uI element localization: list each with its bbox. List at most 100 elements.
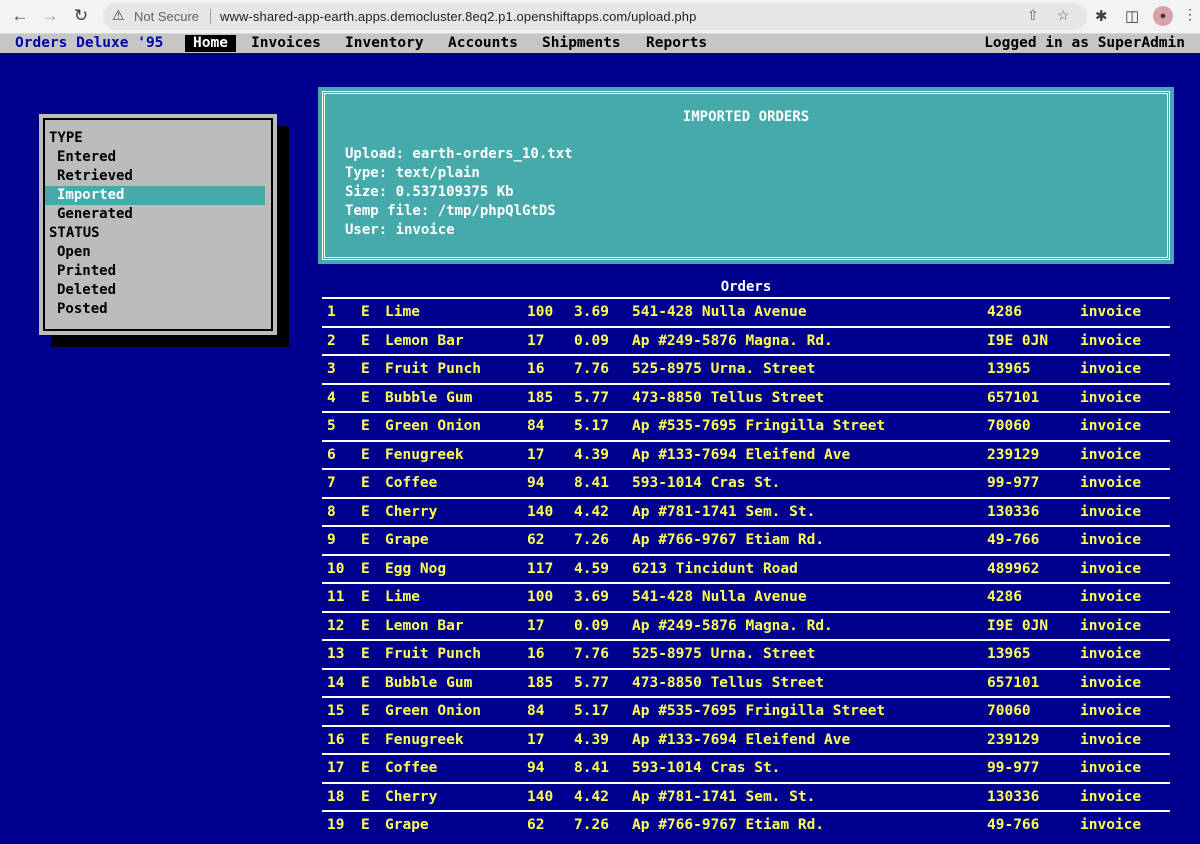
order-price: 7.26: [574, 532, 609, 548]
url-text[interactable]: www-shared-app-earth.apps.democluster.8e…: [220, 9, 696, 24]
order-quantity: 84: [527, 418, 545, 434]
order-address: Ap #766-9767 Etiam Rd.: [632, 532, 825, 548]
back-arrow-icon[interactable]: ←: [8, 4, 32, 28]
table-row[interactable]: 18 E Cherry 140 4.42 Ap #781-1741 Sem. St. 130…: [322, 781, 1170, 811]
sidebar-item-generated[interactable]: Generated: [45, 205, 265, 224]
order-address: 541-428 Nulla Avenue: [632, 304, 807, 320]
order-address: 473-8850 Tellus Street: [632, 674, 825, 691]
table-row[interactable]: 5 E Green Onion 84 5.17 Ap #535-7695 Fringill…: [322, 411, 1170, 440]
import-info-box: IMPORTED ORDERS Upload: earth-orders_10.…: [318, 87, 1174, 264]
menu-shipments[interactable]: Shipments: [542, 35, 621, 52]
order-zip: 13965: [987, 646, 1031, 662]
menu-home[interactable]: Home: [185, 35, 236, 52]
info-type: Type: text/plain: [345, 165, 480, 181]
order-item-name: Grape: [385, 532, 429, 548]
order-user: invoice: [1080, 646, 1142, 662]
table-row[interactable]: 13 E Fruit Punch 16 7.76 525-8975 Urna. Stree…: [322, 639, 1170, 668]
sidebar-item-open[interactable]: Open: [45, 243, 265, 262]
table-row[interactable]: 1 E Lime 100 3.69 541-428 Nulla Avenue 4286 inv…: [322, 297, 1170, 326]
reload-icon[interactable]: ↻: [69, 4, 93, 28]
order-item-name: Lime: [385, 589, 420, 605]
order-user: invoice: [1080, 503, 1142, 520]
address-bar[interactable]: ⚠ Not Secure www-shared-app-earth.apps.d…: [103, 3, 1087, 30]
order-type: E: [361, 532, 370, 548]
table-row[interactable]: 14 E Bubble Gum 185 5.77 473-8850 Tellus Stre…: [322, 667, 1170, 697]
order-item-name: Bubble Gum: [385, 389, 473, 406]
order-price: 8.41: [574, 475, 609, 491]
order-address: Ap #781-1741 Sem. St.: [632, 503, 816, 520]
table-row[interactable]: 17 E Coffee 94 8.41 593-1014 Cras St. 99-977 in…: [322, 753, 1170, 782]
security-label[interactable]: Not Secure: [134, 9, 199, 24]
app-title: Orders Deluxe '95: [15, 35, 164, 51]
order-type: E: [361, 332, 370, 349]
order-item-name: Lemon Bar: [385, 617, 464, 634]
order-address: 6213 Tincidunt Road: [632, 560, 798, 577]
sidebar-item-deleted[interactable]: Deleted: [45, 281, 265, 300]
table-row[interactable]: 11 E Lime 100 3.69 541-428 Nulla Avenue 4286 in…: [322, 582, 1170, 611]
extensions-puzzle-icon[interactable]: ✱: [1095, 7, 1108, 25]
forward-arrow-icon[interactable]: →: [38, 4, 62, 28]
order-address: Ap #535-7695 Fringilla Street: [632, 418, 886, 434]
order-price: 3.69: [574, 304, 609, 320]
order-item-name: Bubble Gum: [385, 674, 473, 691]
sidebar-item-printed[interactable]: Printed: [45, 262, 265, 281]
order-zip: 70060: [987, 418, 1031, 434]
order-item-name: Egg Nog: [385, 560, 447, 577]
orders-table: 1 E Lime 100 3.69 541-428 Nulla Avenue 4286 inv…: [322, 297, 1170, 839]
order-price: 3.69: [574, 589, 609, 605]
table-row[interactable]: 8 E Cherry 140 4.42 Ap #781-1741 Sem. St. 1303…: [322, 496, 1170, 526]
order-quantity: 117: [527, 560, 554, 577]
table-row[interactable]: 19 E Grape 62 7.26 Ap #766-9767 Etiam Rd. 49-7…: [322, 810, 1170, 839]
order-zip: 99-977: [987, 475, 1040, 491]
table-row[interactable]: 7 E Coffee 94 8.41 593-1014 Cras St. 99-977 inv…: [322, 468, 1170, 497]
table-row[interactable]: 9 E Grape 62 7.26 Ap #766-9767 Etiam Rd. 49-76…: [322, 525, 1170, 554]
table-row[interactable]: 6 E Fenugreek 17 4.39 Ap #133-7694 Eleifend A…: [322, 439, 1170, 469]
order-type: E: [361, 674, 370, 691]
order-number: 3: [327, 361, 336, 377]
share-icon[interactable]: ⇧: [1027, 7, 1039, 24]
order-item-name: Cherry: [385, 788, 438, 805]
order-user: invoice: [1080, 674, 1142, 691]
order-type: E: [361, 617, 370, 634]
profile-avatar-icon[interactable]: ●: [1153, 6, 1173, 26]
info-title: IMPORTED ORDERS: [682, 109, 810, 125]
table-row[interactable]: 2 E Lemon Bar 17 0.09 Ap #249-5876 Magna. Rd.…: [322, 325, 1170, 355]
table-row[interactable]: 4 E Bubble Gum 185 5.77 473-8850 Tellus Stree…: [322, 382, 1170, 412]
browser-toolbar: ← → ↻ ⚠ Not Secure www-shared-app-earth.…: [0, 0, 1200, 34]
menu-reports[interactable]: Reports: [646, 35, 707, 52]
menu-accounts[interactable]: Accounts: [448, 35, 518, 52]
app-menubar: Orders Deluxe '95 Home Invoices Inventor…: [0, 34, 1200, 53]
menu-inventory[interactable]: Inventory: [345, 35, 424, 52]
order-item-name: Green Onion: [385, 703, 482, 719]
order-number: 4: [327, 389, 336, 406]
menu-invoices[interactable]: Invoices: [251, 35, 321, 52]
order-item-name: Lemon Bar: [385, 332, 464, 349]
order-price: 5.17: [574, 703, 609, 719]
table-row[interactable]: 16 E Fenugreek 17 4.39 Ap #133-7694 Eleifend …: [322, 724, 1170, 754]
order-quantity: 16: [527, 361, 545, 377]
sidebar-item-imported[interactable]: Imported: [45, 186, 265, 205]
table-row[interactable]: 3 E Fruit Punch 16 7.76 525-8975 Urna. Street…: [322, 354, 1170, 383]
sidebar-item-entered[interactable]: Entered: [45, 148, 265, 167]
order-address: Ap #133-7694 Eleifend Ave: [632, 731, 851, 748]
order-type: E: [361, 418, 370, 434]
browser-menu-icon[interactable]: ⋮: [1183, 6, 1197, 23]
order-number: 19: [327, 817, 345, 833]
logged-in-status: Logged in as SuperAdmin: [984, 35, 1185, 51]
order-address: Ap #249-5876 Magna. Rd.: [632, 332, 833, 349]
table-row[interactable]: 10 E Egg Nog 117 4.59 6213 Tincidunt Road 4899…: [322, 553, 1170, 583]
side-panel-icon[interactable]: ◫: [1125, 7, 1139, 25]
order-type: E: [361, 503, 370, 520]
order-type: E: [361, 788, 370, 805]
table-row[interactable]: 15 E Green Onion 84 5.17 Ap #535-7695 Fringil…: [322, 696, 1170, 725]
order-price: 5.17: [574, 418, 609, 434]
order-address: Ap #781-1741 Sem. St.: [632, 788, 816, 805]
table-row[interactable]: 12 E Lemon Bar 17 0.09 Ap #249-5876 Magna. Rd…: [322, 610, 1170, 640]
order-item-name: Coffee: [385, 760, 438, 776]
order-zip: 49-766: [987, 817, 1040, 833]
order-user: invoice: [1080, 475, 1142, 491]
sidebar-item-posted[interactable]: Posted: [45, 300, 265, 319]
bookmark-star-icon[interactable]: ☆: [1057, 7, 1070, 24]
order-user: invoice: [1080, 304, 1142, 320]
sidebar-item-retrieved[interactable]: Retrieved: [45, 167, 265, 186]
